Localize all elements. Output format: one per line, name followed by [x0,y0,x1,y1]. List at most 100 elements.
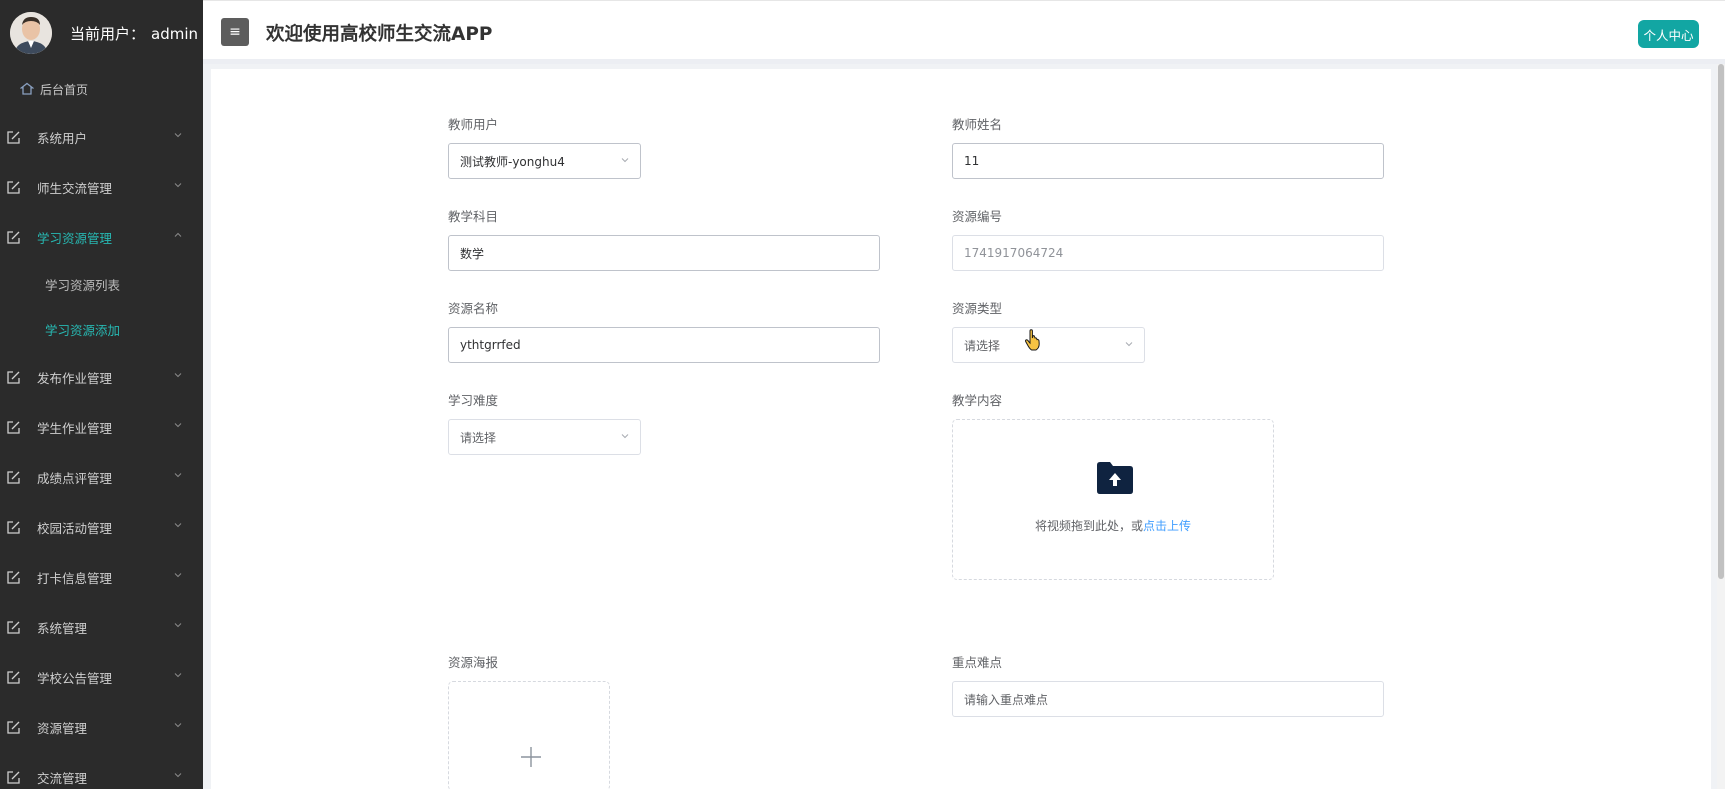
submenu-item-label: 学习资源添加 [45,323,121,338]
upload-hint: 将视频拖到此处，或点击上传 [953,517,1273,534]
sidebar-item-grade-review[interactable]: 成绩点评管理 [0,452,203,502]
field-label: 资源编号 [952,209,1003,224]
chevron-down-icon [174,183,182,188]
poster-upload-box[interactable] [448,681,610,789]
field-label: 教学内容 [952,393,1003,408]
input-value: ythtgrrfed [460,338,521,352]
top-header: ≡ 欢迎使用高校师生交流APP 个人中心 [203,0,1725,64]
submenu-item-resource-add[interactable]: 学习资源添加 [0,307,203,352]
sidebar-item-label: 学习资源管理 [37,230,113,246]
sidebar-item-label: 后台首页 [40,82,89,97]
sidebar-item-campus-activities[interactable]: 校园活动管理 [0,502,203,552]
submenu-item-resource-list[interactable]: 学习资源列表 [0,262,203,307]
current-user-label: 当前用户： [70,24,146,43]
chevron-down-icon [621,158,629,163]
edit-icon [7,370,20,384]
teacher-user-select[interactable]: 测试教师-yonghu4 [448,143,641,179]
field-subject: 教学科目 数学 [448,208,880,271]
chevron-down-icon [174,523,182,528]
upload-hint-text: 将视频拖到此处，或 [1034,519,1143,533]
edit-icon [7,420,20,434]
edit-icon [7,130,20,144]
sidebar-item-label: 学生作业管理 [37,420,113,436]
field-label: 资源海报 [448,655,499,670]
sidebar-item-home[interactable]: 后台首页 [0,66,203,112]
sidebar-item-label: 成绩点评管理 [37,470,113,486]
edit-icon [7,470,20,484]
field-difficulty: 学习难度 请选择 [448,392,641,455]
content-scrollbar[interactable] [1717,64,1725,789]
field-poster: 资源海报 [448,654,610,789]
chevron-down-icon [174,423,182,428]
sidebar-item-label: 打卡信息管理 [37,570,113,586]
scrollbar-thumb[interactable] [1718,64,1724,579]
resource-no-input[interactable]: 1741917064724 [952,235,1384,271]
field-resource-type: 资源类型 请选择 [952,300,1145,363]
chevron-up-icon [174,232,182,237]
field-label: 资源类型 [952,301,1003,316]
field-teacher-user: 教师用户 测试教师-yonghu4 [448,116,641,179]
sidebar-menu-rest: 发布作业管理 学生作业管理 成绩点评管理 校园活动管理 打卡信息管理 系统管理 … [0,352,203,789]
field-teacher-name: 教师姓名 11 [952,116,1384,179]
key-points-input[interactable]: 请输入重点难点 [952,681,1384,717]
edit-icon [7,180,20,194]
input-value: 数学 [460,246,485,261]
select-placeholder: 请选择 [964,338,1001,353]
field-resource-name: 资源名称 ythtgrrfed [448,300,880,363]
sidebar-item-resource-management[interactable]: 资源管理 [0,702,203,752]
click-upload-link[interactable]: 点击上传 [1143,519,1191,533]
edit-icon [7,770,20,784]
edit-icon [7,720,20,734]
profile-button[interactable]: 个人中心 [1638,20,1699,48]
upload-folder-icon [1097,462,1133,494]
video-upload-dropzone[interactable]: 将视频拖到此处，或点击上传 [952,419,1274,580]
sidebar-toggle-button[interactable]: ≡ [221,18,249,46]
field-label: 资源名称 [448,301,499,316]
chevron-down-icon [174,573,182,578]
sidebar-item-system-management[interactable]: 系统管理 [0,602,203,652]
sidebar-item-system-users[interactable]: 系统用户 [0,112,203,162]
input-value: 1741917064724 [964,246,1064,260]
select-value: 测试教师-yonghu4 [460,154,565,169]
avatar [10,12,52,54]
field-resource-no: 资源编号 1741917064724 [952,208,1384,271]
submenu-item-label: 学习资源列表 [45,278,121,293]
chevron-down-icon [1125,342,1133,347]
sidebar-item-label: 发布作业管理 [37,370,113,386]
field-label: 学习难度 [448,393,499,408]
sidebar-item-label: 系统用户 [37,130,88,146]
resource-type-select[interactable]: 请选择 [952,327,1145,363]
difficulty-select[interactable]: 请选择 [448,419,641,455]
edit-icon [7,570,20,584]
current-user: 当前用户： admin [70,23,198,44]
sidebar-item-label: 学校公告管理 [37,670,113,686]
chevron-down-icon [174,723,182,728]
sidebar-item-school-notices[interactable]: 学校公告管理 [0,652,203,702]
home-icon [20,82,34,95]
chevron-down-icon [174,773,182,778]
sidebar-item-student-homework[interactable]: 学生作业管理 [0,402,203,452]
plus-icon [521,747,541,767]
subject-input[interactable]: 数学 [448,235,880,271]
sidebar-item-exchange-management[interactable]: 交流管理 [0,752,203,789]
chevron-down-icon [621,434,629,439]
chevron-down-icon [174,133,182,138]
main-content: 教师用户 测试教师-yonghu4 教师姓名 11 教学科目 数学 资源编号 1… [211,69,1711,789]
chevron-down-icon [174,623,182,628]
user-block: 当前用户： admin [0,0,203,66]
sidebar-item-learning-resources[interactable]: 学习资源管理 [0,212,203,262]
sidebar-item-teacher-student-exchange[interactable]: 师生交流管理 [0,162,203,212]
field-teaching-content: 教学内容 将视频拖到此处，或点击上传 [952,392,1274,580]
teacher-name-input[interactable]: 11 [952,143,1384,179]
input-placeholder: 请输入重点难点 [964,692,1049,707]
sidebar-item-label: 交流管理 [37,770,88,786]
sidebar-item-publish-homework[interactable]: 发布作业管理 [0,352,203,402]
sidebar: 当前用户： admin 后台首页 系统用户 师生交流管理 学习资源管理 学习资源… [0,0,203,789]
sidebar-item-checkin-info[interactable]: 打卡信息管理 [0,552,203,602]
edit-icon [7,620,20,634]
field-label: 重点难点 [952,655,1003,670]
current-user-name: admin [151,24,199,43]
input-value: 11 [964,154,980,168]
field-label: 教学科目 [448,209,499,224]
resource-name-input[interactable]: ythtgrrfed [448,327,880,363]
